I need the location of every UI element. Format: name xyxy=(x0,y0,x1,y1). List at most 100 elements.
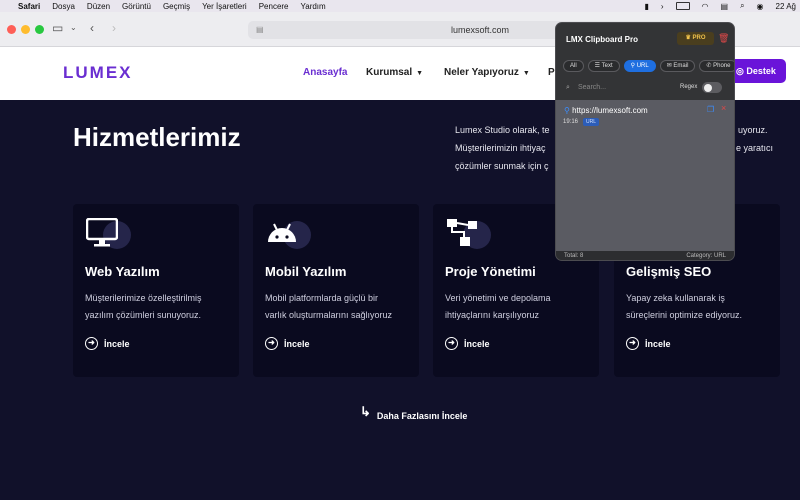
clipboard-title: LMX Clipboard Pro xyxy=(566,35,638,44)
card-desc-line: süreçlerini optimize ediyoruz. xyxy=(626,310,743,320)
menu-date[interactable]: 22 Ağ xyxy=(776,2,796,11)
service-card-web[interactable]: Web Yazılım Müşterilerimize özelleştiril… xyxy=(73,204,239,377)
tab-phone[interactable]: ✆ Phone xyxy=(699,60,734,72)
card-more-label: İncele xyxy=(104,338,130,349)
category-label: Category: URL xyxy=(686,253,726,259)
android-icon xyxy=(268,223,296,242)
regex-toggle[interactable] xyxy=(702,82,722,93)
menu-file[interactable]: Dosya xyxy=(52,2,75,11)
minimize-window-button[interactable] xyxy=(21,25,30,34)
clipboard-footer: Total: 8 Category: URL xyxy=(556,251,734,260)
menu-bar: Safari Dosya Düzen Görüntü Geçmiş Yer İş… xyxy=(0,0,800,12)
pro-badge[interactable]: ♛ PRO xyxy=(677,32,714,45)
search-placeholder: Search... xyxy=(578,84,607,91)
tab-label: Phone xyxy=(713,63,731,69)
nav-what-we-do[interactable]: Neler Yapıyoruz ▼ xyxy=(444,67,530,78)
card-title: Gelişmiş SEO xyxy=(626,264,712,279)
card-desc-line: ihtiyaçlarını karşılıyoruz xyxy=(445,310,540,320)
wifi-icon[interactable]: ◠ xyxy=(702,2,709,11)
card-more-link[interactable]: ➜ İncele xyxy=(85,337,130,350)
battery-icon[interactable] xyxy=(675,2,690,10)
menu-edit[interactable]: Düzen xyxy=(87,2,110,11)
section-heading: Hizmetlerimiz xyxy=(73,122,241,152)
page-settings-icon[interactable]: ▤ xyxy=(256,21,264,39)
card-more-label: İncele xyxy=(284,338,310,349)
nav-partial[interactable]: P xyxy=(548,67,555,78)
intro-tail-2: e yaratıcı xyxy=(736,143,774,153)
card-title: Web Yazılım xyxy=(85,264,160,279)
card-description: Müşterilerimize özelleştirilmiş yazılım … xyxy=(85,290,235,324)
menu-history[interactable]: Geçmiş xyxy=(163,2,190,11)
text-icon: ☰ xyxy=(594,63,602,69)
sidebar-icon[interactable]: ▭ xyxy=(52,21,63,35)
menu-view[interactable]: Görüntü xyxy=(122,2,151,11)
chevron-right-icon[interactable]: › xyxy=(661,2,664,11)
search-spotlight-icon[interactable]: ⌕ xyxy=(740,1,744,11)
chevron-down-icon: ▼ xyxy=(522,70,530,77)
nav-corporate[interactable]: Kurumsal ▼ xyxy=(366,67,423,78)
more-services-link[interactable]: ↳ Daha Fazlasını İncele xyxy=(360,403,467,421)
link-icon: ⚲ xyxy=(564,106,573,115)
card-desc-line: Veri yönetimi ve depolama xyxy=(445,293,551,303)
card-title: Proje Yönetimi xyxy=(445,264,536,279)
card-desc-line: Yapay zeka kullanarak iş xyxy=(626,293,725,303)
arrow-right-icon: ➜ xyxy=(626,337,639,350)
menu-window[interactable]: Pencere xyxy=(259,2,289,11)
tab-email[interactable]: ✉ Email xyxy=(659,60,696,72)
control-center-icon[interactable]: ▤ xyxy=(721,2,729,11)
zoom-window-button[interactable] xyxy=(35,25,44,34)
search-icon: ⌕ xyxy=(566,84,570,91)
trash-icon[interactable]: 🗑 xyxy=(718,33,729,44)
list-item[interactable]: ⚲ https://lumexsoft.com xyxy=(564,106,648,115)
toggle-knob xyxy=(704,83,712,92)
card-more-link[interactable]: ➜ İncele xyxy=(265,337,310,350)
menu-bookmarks[interactable]: Yer İşaretleri xyxy=(202,2,247,11)
tab-all[interactable]: All xyxy=(563,60,584,72)
card-more-label: İncele xyxy=(464,338,490,349)
monitor-icon xyxy=(86,218,118,247)
intro-tail-1: uyoruz. xyxy=(738,125,768,135)
user-icon[interactable]: ◉ xyxy=(757,2,764,11)
sitemap-icon xyxy=(447,219,477,246)
card-desc-line: varlık oluşturmalarını sağlıyoruz xyxy=(265,310,393,320)
nav-home-label: Anasayfa xyxy=(303,67,348,78)
hand-pointer-icon: ↳ xyxy=(360,404,371,419)
clipboard-menu-icon[interactable]: ▮ xyxy=(644,2,648,11)
item-text: https://lumexsoft.com xyxy=(572,106,648,115)
nav-what-we-do-label: Neler Yapıyoruz xyxy=(444,67,519,78)
card-more-link[interactable]: ➜ İncele xyxy=(445,337,490,350)
more-services-label: Daha Fazlasını İncele xyxy=(376,411,468,421)
chevron-down-icon: ▼ xyxy=(416,70,424,77)
card-more-link[interactable]: ➜ İncele xyxy=(626,337,671,350)
url-text: lumexsoft.com xyxy=(450,25,510,35)
tab-label: Email xyxy=(673,63,689,69)
card-more-label: İncele xyxy=(645,338,671,349)
tab-text[interactable]: ☰ Text xyxy=(587,60,620,72)
tab-url[interactable]: ⚲ URL xyxy=(623,60,656,72)
window-controls xyxy=(7,25,44,34)
tab-label: Text xyxy=(601,63,613,69)
menu-help[interactable]: Yardım xyxy=(301,2,326,11)
support-label: Destek xyxy=(746,66,776,76)
chevron-down-icon[interactable]: ⌄ xyxy=(70,23,77,32)
regex-label: Regex xyxy=(680,84,698,90)
site-logo[interactable]: LUMEX xyxy=(63,63,133,83)
service-card-mobile[interactable]: Mobil Yazılım Mobil platformlarda güçlü … xyxy=(253,204,419,377)
card-desc-line: yazılım çözümleri sunuyoruz. xyxy=(85,310,202,320)
tab-label: URL xyxy=(636,63,649,69)
copy-icon[interactable]: ❐ xyxy=(707,105,714,114)
support-button[interactable]: ◎ Destek xyxy=(726,59,786,83)
arrow-right-icon: ➜ xyxy=(85,337,98,350)
pro-label: PRO xyxy=(692,35,706,41)
close-icon[interactable]: × xyxy=(721,103,726,113)
card-description: Veri yönetimi ve depolama ihtiyaçlarını … xyxy=(445,290,595,324)
clipboard-popup: LMX Clipboard Pro ♛ PRO 🗑 All ☰ Text ⚲ U… xyxy=(555,22,735,261)
close-window-button[interactable] xyxy=(7,25,16,34)
back-button[interactable]: ‹ xyxy=(90,21,94,35)
forward-button[interactable]: › xyxy=(112,21,116,35)
card-title: Mobil Yazılım xyxy=(265,264,347,279)
menu-safari[interactable]: Safari xyxy=(18,2,40,11)
nav-corporate-label: Kurumsal xyxy=(366,67,413,78)
card-desc-line: Mobil platformlarda güçlü bir xyxy=(265,293,379,303)
nav-home[interactable]: Anasayfa xyxy=(303,67,347,78)
